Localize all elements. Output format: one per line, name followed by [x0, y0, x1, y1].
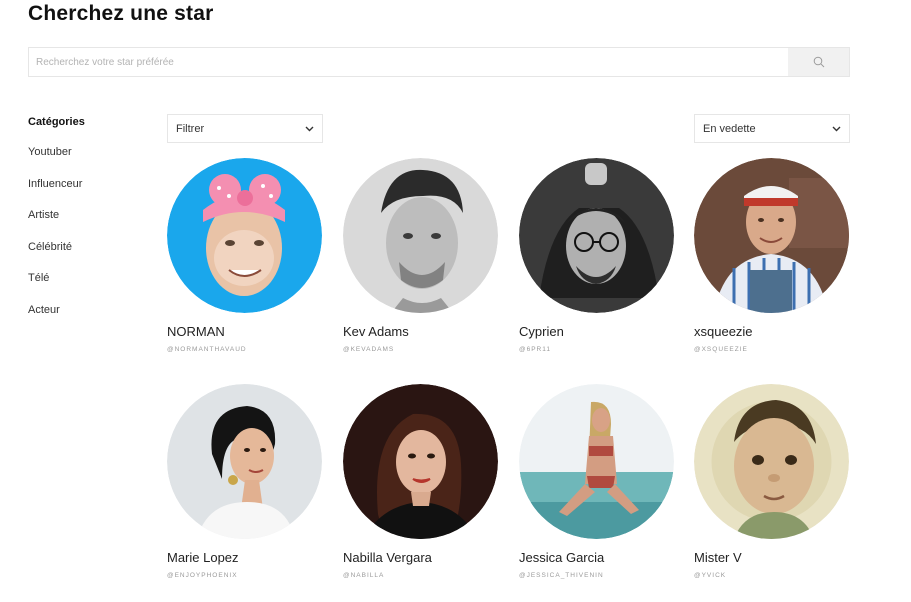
star-handle: @ENJOYPHOENIX [167, 572, 238, 579]
star-name: Marie Lopez [167, 550, 239, 565]
star-handle: @NABILLA [343, 572, 385, 579]
star-avatar [694, 384, 849, 539]
star-avatar [519, 384, 674, 539]
page-title: Cherchez une star [28, 2, 214, 25]
star-card-norman[interactable]: NORMAN @NORMANTHAVAUD [167, 158, 327, 354]
star-card-nabilla-vergara[interactable]: Nabilla Vergara @NABILLA [343, 384, 503, 580]
star-avatar [694, 158, 849, 313]
star-card-mister-v[interactable]: Mister V @YVICK [694, 384, 854, 580]
sort-dropdown[interactable]: En vedette [694, 114, 850, 143]
star-handle: @6PR11 [519, 346, 551, 353]
star-handle: @XSQUEEZIE [694, 346, 748, 353]
category-sidebar: Catégories Youtuber Influenceur Artiste … [28, 113, 148, 334]
star-card-xsqueezie[interactable]: xsqueezie @XSQUEEZIE [694, 158, 854, 354]
star-avatar [519, 158, 674, 313]
star-avatar [167, 384, 322, 539]
category-youtuber[interactable]: Youtuber [28, 145, 148, 177]
chevron-down-icon [832, 126, 841, 131]
search-icon [813, 56, 824, 68]
star-name: Cyprien [519, 324, 564, 339]
filter-dropdown[interactable]: Filtrer [167, 114, 323, 143]
search-button[interactable] [788, 48, 849, 76]
star-name: Mister V [694, 550, 742, 565]
sort-label: En vedette [703, 122, 756, 135]
star-card-cyprien[interactable]: Cyprien @6PR11 [519, 158, 679, 354]
filter-label: Filtrer [176, 122, 205, 135]
star-name: Jessica Garcia [519, 550, 605, 565]
star-handle: @YVICK [694, 572, 727, 579]
category-influenceur[interactable]: Influenceur [28, 177, 148, 209]
star-name: Nabilla Vergara [343, 550, 432, 565]
star-handle: @KEVADAMS [343, 346, 395, 353]
search-bar [28, 47, 850, 77]
star-card-kev-adams[interactable]: Kev Adams @KEVADAMS [343, 158, 503, 354]
chevron-down-icon [305, 126, 314, 131]
star-name: NORMAN [167, 324, 225, 339]
category-celebrite[interactable]: Célébrité [28, 240, 148, 272]
star-handle: @NORMANTHAVAUD [167, 346, 247, 353]
categories-heading: Catégories [28, 116, 85, 128]
star-avatar [343, 384, 498, 539]
star-avatar [343, 158, 498, 313]
star-name: Kev Adams [343, 324, 409, 339]
star-handle: @JESSICA_THIVENIN [519, 572, 604, 579]
star-card-jessica-garcia[interactable]: Jessica Garcia @JESSICA_THIVENIN [519, 384, 679, 580]
category-artiste[interactable]: Artiste [28, 208, 148, 240]
category-acteur[interactable]: Acteur [28, 303, 148, 335]
star-name: xsqueezie [694, 324, 753, 339]
star-avatar [167, 158, 322, 313]
star-card-marie-lopez[interactable]: Marie Lopez @ENJOYPHOENIX [167, 384, 327, 580]
category-tele[interactable]: Télé [28, 271, 148, 303]
search-input[interactable] [29, 48, 788, 76]
